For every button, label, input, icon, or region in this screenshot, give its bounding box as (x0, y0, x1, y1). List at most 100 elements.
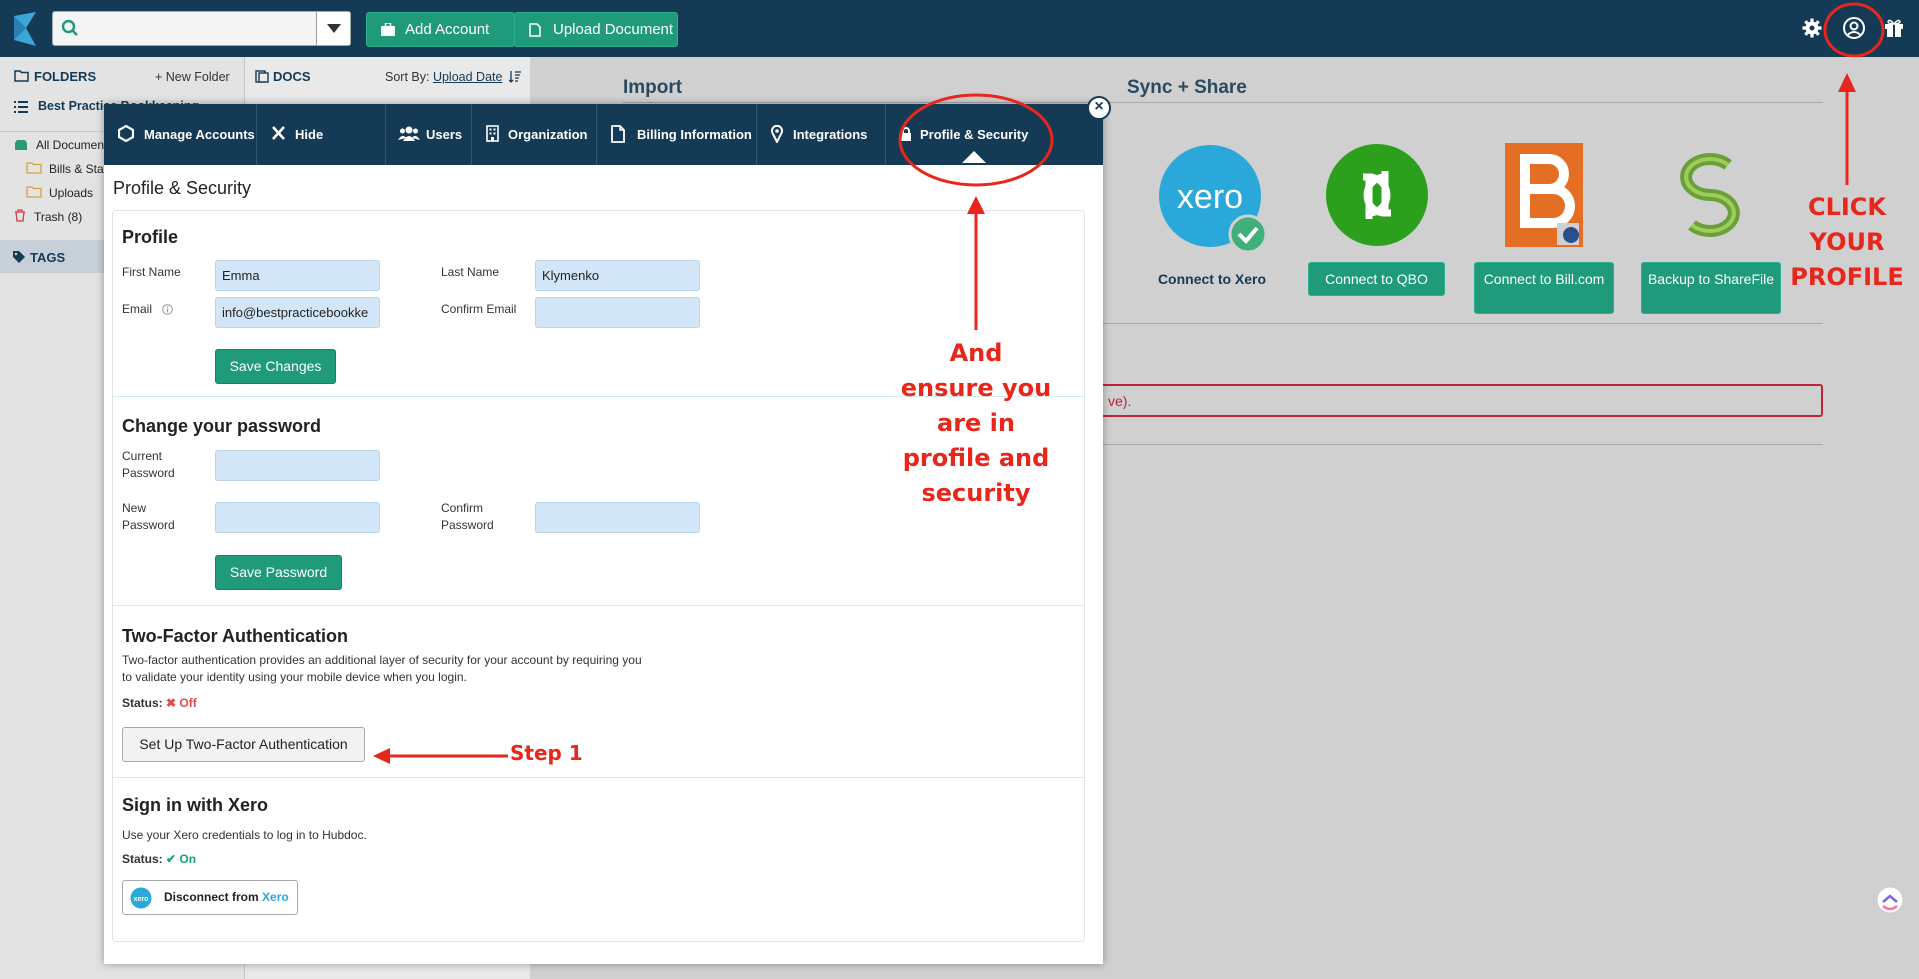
sort-icon[interactable] (509, 70, 521, 83)
search-dropdown-button[interactable] (316, 12, 350, 45)
inbox-icon (15, 140, 27, 150)
annotation-click-profile-text: CLICK YOUR PROFILE (1790, 193, 1904, 291)
folder-icon (26, 186, 42, 198)
quickbooks-logo (1326, 144, 1428, 246)
annotation-tab-highlight (898, 93, 1054, 330)
svg-text:xero: xero (134, 896, 149, 903)
connect-qbo-button[interactable]: Connect to QBO (1308, 262, 1445, 296)
import-title: Import (623, 77, 683, 98)
connect-bill-com-button[interactable]: Connect to Bill.com (1474, 262, 1614, 314)
hubdoc-logo[interactable] (10, 10, 40, 48)
upload-document-button[interactable]: Upload Document (514, 12, 678, 47)
connect-xero-label: Connect to Xero (1157, 271, 1267, 287)
file-icon (611, 125, 625, 143)
setup-two-factor-button[interactable]: Set Up Two-Factor Authentication (122, 727, 365, 762)
sort-by-value[interactable]: Upload Date (433, 70, 503, 84)
sharefile-logo (1680, 153, 1740, 237)
new-folder-link[interactable]: + New Folder (155, 70, 230, 84)
last-name-field[interactable]: Klymenko (535, 260, 700, 291)
sync-share-title: Sync + Share (1127, 77, 1247, 98)
add-account-button[interactable]: Add Account (366, 12, 515, 47)
gear-icon[interactable] (1802, 18, 1822, 38)
xero-signin-heading: Sign in with Xero (122, 795, 269, 815)
folder-open-icon (14, 70, 29, 82)
clickup-icon[interactable] (1876, 886, 1904, 914)
hexagon-icon (118, 125, 134, 142)
new-password-label: New Password (122, 501, 175, 532)
status-on-badge: ✔ On (166, 852, 197, 866)
error-text: ve). (1108, 393, 1132, 409)
two-factor-description: Two-factor authentication provides an ad… (122, 653, 642, 684)
save-password-button[interactable]: Save Password (215, 555, 342, 590)
disconnect-xero-button[interactable]: xero Disconnect from Xero (122, 880, 298, 915)
close-x-icon (272, 126, 285, 140)
modal-close-button[interactable]: × (1087, 96, 1111, 120)
tab-billing-information[interactable]: Billing Information (597, 104, 757, 165)
confirm-password-field[interactable] (535, 502, 700, 533)
current-password-field[interactable] (215, 450, 380, 481)
error-message: ve). (1100, 384, 1823, 417)
xero-signin-section: Sign in with Xero Use your Xero credenti… (113, 779, 1084, 941)
annotation-profile-circle (1823, 2, 1885, 58)
confirm-email-label: Confirm Email (441, 302, 517, 316)
annotation-ensure-text: And ensure you are in profile and securi… (900, 339, 1052, 507)
sort-by: Sort By: Upload Date (385, 70, 502, 84)
search-icon (61, 19, 78, 36)
xero-small-icon: xero (130, 887, 152, 909)
docs-heading: DOCS (273, 69, 311, 84)
two-factor-heading: Two-Factor Authentication (122, 626, 348, 646)
chevron-down-icon (327, 24, 341, 33)
annotation-step1: Step 1 (510, 741, 583, 765)
documents-icon (255, 70, 269, 83)
modal-title: Profile & Security (113, 178, 252, 198)
search-box[interactable] (52, 11, 351, 46)
confirm-email-field[interactable] (535, 297, 700, 328)
briefcase-icon (381, 23, 395, 36)
folders-heading: FOLDERS (34, 69, 97, 84)
new-password-field[interactable] (215, 502, 380, 533)
tab-hide-accounts[interactable]: Hide Accounts (257, 104, 386, 203)
sort-by-label: Sort By: (385, 70, 430, 84)
save-changes-button[interactable]: Save Changes (215, 349, 336, 384)
email-field[interactable]: info@bestpracticebookke (215, 297, 380, 328)
trash-icon (15, 209, 25, 222)
first-name-field[interactable]: Emma (215, 260, 380, 291)
xero-signin-description: Use your Xero credentials to log in to H… (122, 828, 367, 842)
building-icon (486, 125, 499, 142)
confirm-password-label: Confirm Password (441, 501, 494, 532)
email-label: Email (122, 302, 153, 316)
first-name-label: First Name (122, 265, 181, 279)
top-navbar: Add Account Upload Document (0, 0, 1919, 57)
add-account-label: Add Account (405, 21, 490, 38)
tab-organization[interactable]: Organization (472, 104, 597, 165)
tag-icon (13, 251, 25, 263)
current-password-label: Current Password (122, 449, 175, 480)
last-name-label: Last Name (441, 265, 500, 279)
password-heading: Change your password (122, 416, 322, 436)
sidebar-item-uploads[interactable]: Uploads (49, 186, 93, 200)
tags-heading: TAGS (30, 250, 66, 265)
status-off-badge: ✖ Off (166, 696, 197, 710)
document-icon (529, 23, 541, 37)
backup-sharefile-button[interactable]: Backup to ShareFile (1641, 262, 1781, 314)
two-factor-section: Two-Factor Authentication Two-factor aut… (113, 607, 1084, 778)
tab-users[interactable]: Users (386, 104, 472, 165)
map-pin-icon (771, 125, 783, 143)
sidebar-item-trash[interactable]: Trash (8) (34, 210, 82, 224)
xero-status: Status: ✔ On (122, 852, 197, 866)
folder-icon (26, 162, 42, 174)
annotation-left-arrow (373, 748, 508, 764)
two-factor-status: Status: ✖ Off (122, 696, 197, 710)
upload-document-label: Upload Document (553, 21, 674, 38)
tab-manage-accounts[interactable]: Manage Accounts (104, 104, 257, 165)
xero-logo: xero (1159, 145, 1268, 254)
svg-text:xero: xero (1177, 178, 1243, 216)
users-icon (398, 126, 420, 141)
profile-heading: Profile (122, 227, 179, 247)
info-icon[interactable] (162, 304, 173, 315)
annotation-up-arrow (1838, 73, 1856, 185)
bill-com-logo (1505, 143, 1583, 247)
list-icon (14, 101, 28, 113)
sidebar-item-all-documents[interactable]: All Documents (36, 138, 113, 152)
tab-integrations[interactable]: Integrations (757, 104, 886, 165)
